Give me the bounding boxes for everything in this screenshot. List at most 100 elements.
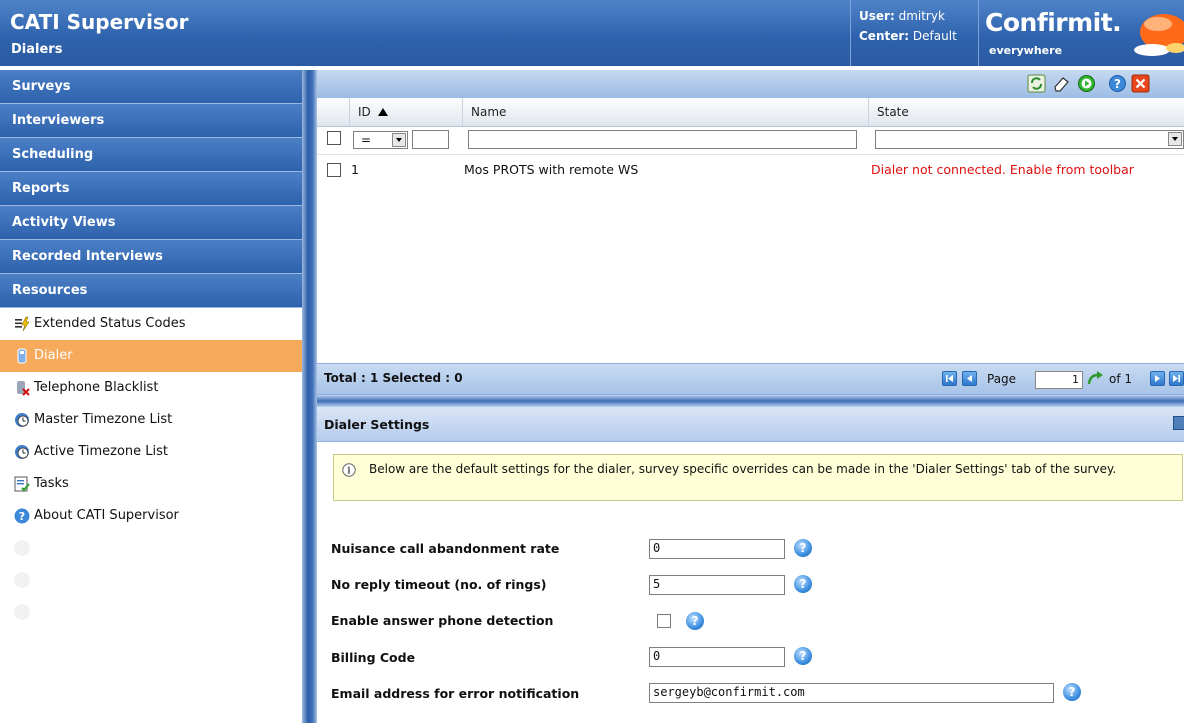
row-state: Dialer not connected. Enable from toolba… <box>871 162 1134 177</box>
no-reply-timeout-input[interactable]: 5 <box>649 575 785 595</box>
column-header-id[interactable]: ID <box>349 98 462 126</box>
brand-logo: Confirmit. <box>985 8 1122 37</box>
start-icon[interactable] <box>1077 74 1096 93</box>
name-filter-input[interactable] <box>468 130 857 149</box>
grid-footer: Total : 1 Selected : 0 Page 1 of 1 <box>317 363 1184 395</box>
last-page-button[interactable] <box>1169 371 1184 386</box>
sidebar-item-telephone-blacklist[interactable]: Telephone Blacklist <box>0 372 302 404</box>
help-icon[interactable]: ? <box>794 539 812 557</box>
table-row[interactable]: 1 Mos PROTS with remote WS Dialer not co… <box>317 155 1184 185</box>
sidebar-item-label: About CATI Supervisor <box>34 508 179 523</box>
go-arrow-icon[interactable] <box>1087 370 1105 386</box>
id-filter-operator[interactable]: = <box>353 131 408 149</box>
abandonment-rate-input[interactable]: 0 <box>649 539 785 559</box>
close-icon[interactable] <box>1131 74 1150 93</box>
abandonment-rate-label: Nuisance call abandonment rate <box>331 541 560 556</box>
brand-tagline: everywhere <box>989 44 1063 57</box>
sidebar-section-resources[interactable]: Resources <box>0 274 302 308</box>
column-header-state[interactable]: State <box>868 98 1184 126</box>
sidebar-section-reports[interactable]: Reports <box>0 172 302 206</box>
sidebar-item-label: Dialer <box>34 348 73 363</box>
row-name: Mos PROTS with remote WS <box>464 162 639 177</box>
refresh-icon[interactable] <box>1027 74 1046 93</box>
state-filter-select[interactable] <box>875 130 1184 149</box>
svg-text:?: ? <box>19 510 25 523</box>
ghost-item <box>0 532 302 564</box>
billing-code-label: Billing Code <box>331 650 416 665</box>
sidebar-item-tasks[interactable]: Tasks <box>0 468 302 500</box>
selection-summary: Total : 1 Selected : 0 <box>324 371 463 385</box>
ghost-item <box>0 596 302 628</box>
chevron-down-icon <box>1168 132 1182 146</box>
faded-icon <box>14 572 30 588</box>
sidebar-section-surveys[interactable]: Surveys <box>0 70 302 104</box>
grid-header: ID Name State <box>317 98 1184 127</box>
previous-page-icon <box>967 375 972 382</box>
previous-page-button[interactable] <box>962 371 977 386</box>
next-page-button[interactable] <box>1150 371 1165 386</box>
sidebar-item-label: Tasks <box>34 476 69 491</box>
error-email-input[interactable]: sergeyb@confirmit.com <box>649 683 1054 703</box>
phone-blacklist-icon <box>17 381 30 396</box>
sidebar-item-dialer[interactable]: Dialer <box>0 340 302 372</box>
user-info: User: dmitryk Center: Default <box>850 0 979 66</box>
id-filter-input[interactable] <box>412 130 449 149</box>
center-label: Center: <box>859 29 910 43</box>
confirmit-logo-icon <box>1134 14 1184 56</box>
sidebar-section-scheduling[interactable]: Scheduling <box>0 138 302 172</box>
save-icon[interactable] <box>1173 416 1184 430</box>
settings-panel-header: Dialer Settings <box>317 407 1184 442</box>
svg-text:?: ? <box>1114 77 1121 91</box>
svg-text:i: i <box>347 467 351 477</box>
dialer-grid: ID Name State = 1 Mos PROTS with remote … <box>317 98 1184 363</box>
faded-icon <box>14 540 30 556</box>
sidebar-section-activity-views[interactable]: Activity Views <box>0 206 302 240</box>
help-icon[interactable]: ? <box>686 612 704 630</box>
sidebar-item-label: Master Timezone List <box>34 412 173 427</box>
vertical-splitter[interactable] <box>302 70 317 723</box>
center-name: Default <box>912 29 957 43</box>
error-email-label: Email address for error notification <box>331 686 580 701</box>
page-subtitle: Dialers <box>11 42 63 57</box>
first-page-button[interactable] <box>942 371 957 386</box>
help-icon[interactable]: ? <box>1063 683 1081 701</box>
sidebar-section-recorded-interviews[interactable]: Recorded Interviews <box>0 240 302 274</box>
help-icon[interactable]: ? <box>794 647 812 665</box>
column-header-name[interactable]: Name <box>462 98 868 126</box>
billing-code-input[interactable]: 0 <box>649 647 785 667</box>
sidebar-item-about[interactable]: ? About CATI Supervisor <box>0 500 302 532</box>
help-icon[interactable]: ? <box>794 575 812 593</box>
sidebar-item-label: Extended Status Codes <box>34 316 186 331</box>
info-message: i Below are the default settings for the… <box>333 454 1183 501</box>
help-icon[interactable]: ? <box>1108 74 1127 93</box>
status-codes-icon <box>15 316 30 332</box>
sidebar-item-label: Telephone Blacklist <box>34 380 159 395</box>
select-all-checkbox[interactable] <box>327 131 341 145</box>
sort-ascending-icon <box>377 108 388 116</box>
info-icon: i <box>342 463 356 477</box>
next-page-icon <box>1155 375 1160 382</box>
user-name: dmitryk <box>898 9 945 23</box>
sidebar-item-label: Active Timezone List <box>34 444 169 459</box>
sidebar-item-master-timezone-list[interactable]: Master Timezone List <box>0 404 302 436</box>
horizontal-splitter[interactable] <box>317 395 1184 407</box>
faded-icon <box>14 604 30 620</box>
timezone-icon <box>15 445 29 459</box>
clear-icon[interactable] <box>1052 74 1071 93</box>
page-count: of 1 <box>1109 372 1133 386</box>
app-header: CATI Supervisor Dialers User: dmitryk Ce… <box>0 0 1184 66</box>
sidebar-section-interviewers[interactable]: Interviewers <box>0 104 302 138</box>
page-number-input[interactable]: 1 <box>1035 371 1083 389</box>
grid-toolbar: ? <box>317 70 1184 99</box>
row-id: 1 <box>351 162 359 177</box>
answer-phone-detection-checkbox[interactable] <box>657 614 671 628</box>
sidebar-item-extended-status-codes[interactable]: Extended Status Codes <box>0 308 302 340</box>
sidebar-item-active-timezone-list[interactable]: Active Timezone List <box>0 436 302 468</box>
help-icon: ? <box>14 508 30 524</box>
answer-phone-detection-label: Enable answer phone detection <box>331 613 554 628</box>
app-title: CATI Supervisor <box>10 10 189 34</box>
first-page-icon <box>946 375 953 382</box>
row-checkbox[interactable] <box>327 163 341 177</box>
tasks-icon <box>14 476 30 492</box>
chevron-down-icon <box>392 133 406 147</box>
